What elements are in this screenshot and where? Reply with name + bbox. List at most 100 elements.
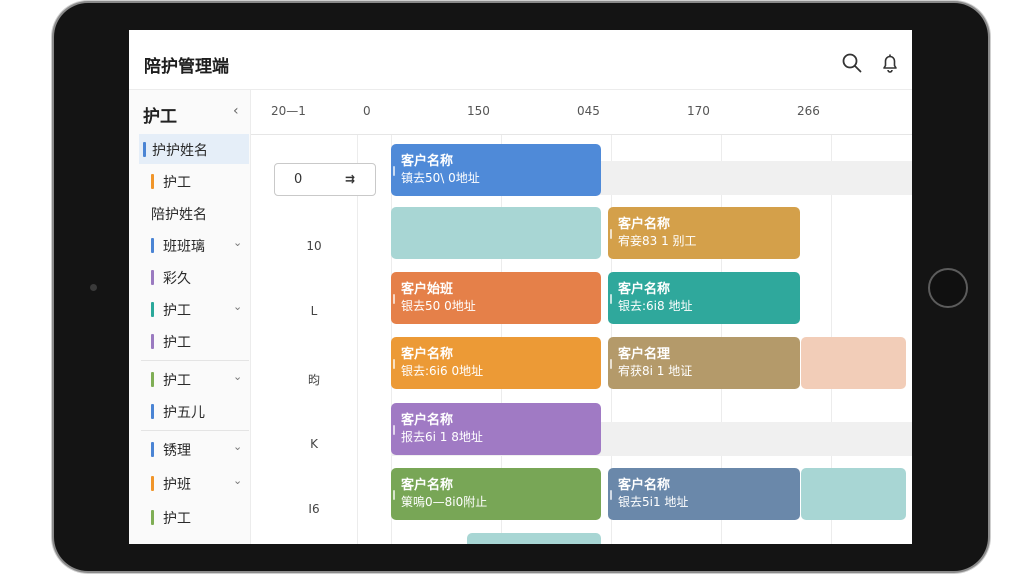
schedule-card[interactable]: 客户始班 银去50 0地址 — [391, 272, 601, 324]
sidebar-item-label: 彩久 — [163, 271, 191, 287]
sidebar-item-label: 护工 — [163, 511, 191, 527]
card-title: 客户名称 — [618, 217, 671, 232]
schedule-card[interactable]: 客户名称 宥妾83 1 别工 — [608, 207, 800, 259]
sidebar-item[interactable]: 护护姓名 — [139, 134, 249, 164]
time-filter-input[interactable]: 0 ⇉ — [274, 163, 376, 196]
sidebar-item[interactable]: 护班 ⌄ — [129, 468, 251, 498]
divider — [141, 430, 249, 431]
sidebar-item[interactable]: 护工 — [129, 502, 251, 532]
card-handle — [610, 294, 612, 304]
filter-suffix-icon: ⇉ — [345, 172, 356, 186]
chevron-down-icon[interactable]: ⌄ — [233, 474, 242, 487]
schedule-card[interactable]: 客户名称 银去:6i8 地址 — [608, 272, 800, 324]
card-subtitle: 宥获8i 1 地证 — [618, 364, 693, 378]
schedule-card[interactable]: 客户名称 镇去50\ 0地址 — [391, 144, 601, 196]
color-marker — [151, 238, 154, 253]
card-subtitle: 宥妾83 1 别工 — [618, 234, 697, 248]
schedule-card[interactable] — [801, 337, 906, 389]
chevron-down-icon[interactable]: ⌄ — [233, 236, 242, 249]
color-marker — [151, 510, 154, 525]
row-label: L — [310, 304, 318, 318]
color-marker — [151, 442, 154, 457]
sidebar-item-label: 锈理 — [163, 443, 191, 459]
sidebar-group-header[interactable]: 陪护姓名 — [129, 198, 251, 228]
ruler-tick-label: 0 — [363, 104, 371, 118]
sidebar-item-label: 护班 — [163, 477, 191, 493]
card-handle — [610, 490, 612, 500]
color-marker — [151, 476, 154, 491]
card-handle — [393, 359, 395, 369]
card-handle — [610, 229, 612, 239]
search-icon[interactable] — [841, 52, 863, 74]
app-screen: 陪护管理端 护工 ‹ 护护姓名 护工 陪护姓名 班班璃 ⌄ 彩久 护工 ⌄ 护工… — [129, 30, 912, 544]
schedule-card[interactable]: 客户名称 报去6i 1 8地址 — [391, 403, 601, 455]
sidebar-item[interactable]: 护工 ⌄ — [129, 364, 251, 394]
row-label: I6 — [308, 502, 320, 516]
card-title: 客户名称 — [401, 154, 454, 169]
card-subtitle: 䇿嗚0—8i0附止 — [401, 495, 488, 509]
schedule-card[interactable]: 客户名理 宥获8i 1 地证 — [608, 337, 800, 389]
camera-dot — [90, 284, 97, 291]
ruler-tick-label: 045 — [577, 104, 600, 118]
sidebar-item-label: 护工 — [163, 335, 191, 351]
sidebar-item-label: 护工 — [163, 175, 191, 191]
sidebar-item[interactable]: 护工 — [129, 166, 251, 196]
card-handle — [393, 294, 395, 304]
home-button[interactable] — [928, 268, 968, 308]
row-label: 昀 — [307, 373, 320, 387]
card-subtitle: 银去50 0地址 — [401, 299, 476, 313]
schedule-card[interactable] — [801, 468, 906, 520]
card-title: 客户名称 — [401, 347, 454, 362]
schedule-card[interactable] — [467, 533, 601, 544]
color-marker — [151, 404, 154, 419]
card-handle — [610, 359, 612, 369]
card-handle — [393, 490, 395, 500]
collapse-chevron-icon[interactable]: ‹ — [233, 103, 239, 119]
sidebar-item[interactable]: 护工 ⌄ — [129, 294, 251, 324]
card-handle — [393, 166, 395, 176]
color-marker — [151, 302, 154, 317]
filter-value: 0 — [294, 172, 303, 187]
sidebar-item[interactable]: 护五儿 — [129, 396, 251, 426]
chevron-down-icon[interactable]: ⌄ — [233, 370, 242, 383]
schedule-card[interactable]: 客户名称 银去5i1 地址 — [608, 468, 800, 520]
app-title: 陪护管理端 — [144, 57, 229, 77]
card-title: 客户名称 — [401, 478, 454, 493]
timeline-ruler: 20—1 0 150 045 170 266 — [251, 90, 912, 135]
ruler-tick-label: 266 — [797, 104, 820, 118]
card-subtitle: 银去:6i6 0地址 — [401, 364, 484, 378]
sidebar-item-label: 护工 — [163, 373, 191, 389]
card-subtitle: 镇去50\ 0地址 — [401, 171, 480, 185]
grid-line — [357, 135, 358, 544]
card-title: 客户始班 — [401, 282, 454, 297]
sidebar-item[interactable]: 锈理 ⌄ — [129, 434, 251, 464]
card-title: 客户名称 — [618, 282, 671, 297]
sidebar-item[interactable]: 班班璃 ⌄ — [129, 230, 251, 260]
ruler-tick-label: 150 — [467, 104, 490, 118]
card-subtitle: 银去:6i8 地址 — [618, 299, 693, 313]
sidebar-item[interactable]: 护工 — [129, 326, 251, 356]
chevron-down-icon[interactable]: ⌄ — [233, 440, 242, 453]
color-marker — [151, 270, 154, 285]
color-marker — [143, 142, 146, 157]
card-handle — [393, 425, 395, 435]
sidebar-item-label: 陪护姓名 — [151, 207, 207, 223]
bell-icon[interactable] — [879, 52, 901, 74]
card-title: 客户名理 — [618, 347, 671, 362]
schedule-card[interactable]: 客户名称 银去:6i6 0地址 — [391, 337, 601, 389]
color-marker — [151, 174, 154, 189]
ruler-tick-label: 170 — [687, 104, 710, 118]
schedule-card[interactable] — [391, 207, 601, 259]
schedule-card[interactable]: 客户名称 䇿嗚0—8i0附止 — [391, 468, 601, 520]
sidebar-item-label: 护工 — [163, 303, 191, 319]
sidebar-item-label: 护五儿 — [163, 405, 205, 421]
color-marker — [151, 334, 154, 349]
color-marker — [151, 372, 154, 387]
sidebar-item-label: 护护姓名 — [152, 143, 208, 159]
sidebar-title: 护工 — [143, 107, 177, 127]
divider — [141, 360, 249, 361]
card-subtitle: 银去5i1 地址 — [618, 495, 689, 509]
sidebar-item[interactable]: 彩久 — [129, 262, 251, 292]
ruler-tick-label: 20—1 — [271, 104, 306, 118]
chevron-down-icon[interactable]: ⌄ — [233, 300, 242, 313]
